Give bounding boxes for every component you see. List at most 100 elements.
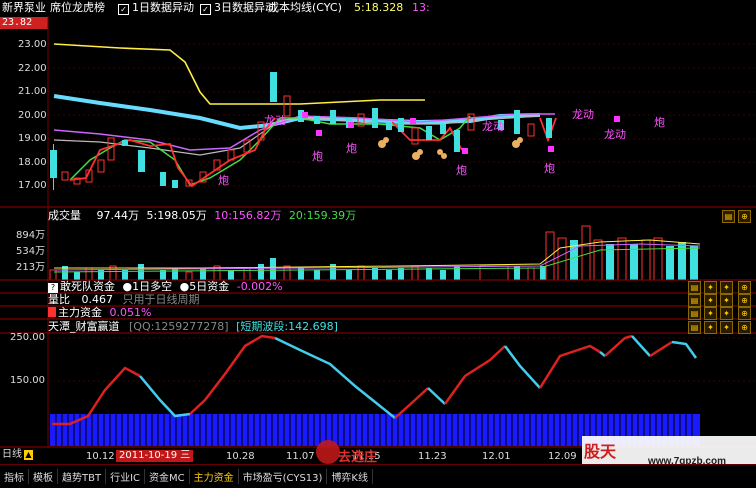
date-label: 10.28 xyxy=(226,451,255,462)
volume-value: 97.44万 xyxy=(96,209,140,222)
zoom-icon[interactable]: ⊕ xyxy=(738,210,751,223)
capital-label3: 5日资金 xyxy=(189,280,230,293)
period-text: 日线 xyxy=(2,449,22,460)
volume-ma20: 20:159.39万 xyxy=(288,209,357,222)
osc-red-4 xyxy=(443,345,506,405)
pao-label: 炮 xyxy=(218,174,229,187)
osc-wave: [短期波段:142.698] xyxy=(236,320,338,333)
help-icon[interactable]: ? xyxy=(48,283,58,293)
blobs xyxy=(378,137,523,160)
settings-icon[interactable]: ▤ xyxy=(688,281,701,294)
osc-red-6 xyxy=(604,334,633,357)
zoom-icon[interactable]: ⊕ xyxy=(738,294,751,307)
pao-label: 炮 xyxy=(312,150,323,163)
osc-cyan-5 xyxy=(599,351,606,357)
date-label: 11.23 xyxy=(418,451,447,462)
zoom-icon[interactable]: ⊕ xyxy=(738,321,751,334)
capital-label1: 敢死队资金 xyxy=(60,280,115,293)
candles xyxy=(50,72,552,190)
settings-icon[interactable]: ▤ xyxy=(688,321,701,334)
zoom-icon[interactable]: ⊕ xyxy=(738,307,751,320)
date-label: 12.09 xyxy=(548,451,577,462)
volume-bars xyxy=(49,225,698,281)
bottom-tab-bar: 指标 模板 趋势TBT 行业IC 资金MC 主力资金 市场盈亏(CYS13) 博… xyxy=(0,464,756,488)
settings-icon[interactable]: ▤ xyxy=(688,307,701,320)
pao-label: 炮 xyxy=(654,116,665,129)
zoom-icon[interactable]: ⊕ xyxy=(738,281,751,294)
tool-icon[interactable]: ✦ xyxy=(704,321,717,334)
date-selected: 2011-10-19 三 xyxy=(116,450,194,462)
osc-title: 天潭_财富赢道 xyxy=(48,320,120,333)
tab-game-k[interactable]: 博弈K线 xyxy=(327,469,373,484)
volratio-note: 只用于日线周期 xyxy=(122,293,200,306)
longdong-label: 龙动 xyxy=(264,114,286,127)
volratio-panel: 量比 0.467 只用于日线周期 xyxy=(48,293,200,307)
osc-cyan-2 xyxy=(274,336,396,419)
tab-capital[interactable]: 资金MC xyxy=(145,469,190,484)
settings-icon[interactable]: ▤ xyxy=(722,210,735,223)
vol-axis-label: 213万 xyxy=(16,262,46,273)
vol-axis-label: 894万 xyxy=(16,230,46,241)
main-capital-value: 0.051% xyxy=(109,306,152,319)
tool-icon[interactable]: ✦ xyxy=(720,294,733,307)
watermark-logo: 去选庄 xyxy=(338,450,378,465)
settings-icon[interactable]: ▤ xyxy=(688,294,701,307)
osc-axis-label: 150.00 xyxy=(10,375,45,386)
pao-label: 炮 xyxy=(456,164,467,177)
date-label: 10.12 xyxy=(86,451,115,462)
osc-header: 天潭_财富赢道 [QQ:1259277278] [短期波段:142.698] xyxy=(48,320,338,334)
tool-icon[interactable]: ✦ xyxy=(704,281,717,294)
osc-cyan-6 xyxy=(631,335,651,357)
volume-ma5: 5:198.05万 xyxy=(146,209,207,222)
tool-icon[interactable]: ✦ xyxy=(704,294,717,307)
pao-label: 炮 xyxy=(544,162,555,175)
vol-ma-yellow xyxy=(54,239,701,269)
volratio-value: 0.467 xyxy=(81,293,114,306)
warning-icon: ▲ xyxy=(24,450,33,460)
tool-icon[interactable]: ✦ xyxy=(704,307,717,320)
tab-main-capital[interactable]: 主力资金 xyxy=(190,469,239,484)
watermark-brand: 股天 xyxy=(584,442,617,461)
osc-cyan-3 xyxy=(427,387,446,405)
tab-trend[interactable]: 趋势TBT xyxy=(58,469,107,484)
capital-value: -0.002% xyxy=(236,280,283,293)
capital-label2: 1日多空 xyxy=(132,280,173,293)
ma-cyan-thick xyxy=(53,94,541,131)
volume-ma10: 10:156.82万 xyxy=(214,209,282,222)
osc-qq: [QQ:1259277278] xyxy=(129,320,229,333)
tab-template[interactable]: 模板 xyxy=(29,469,58,484)
pao-label: 炮 xyxy=(346,142,357,155)
volume-header: 成交量 97.44万 5:198.05万 10:156.82万 20:159.3… xyxy=(48,209,356,223)
period-label[interactable]: 日线 ▲ xyxy=(2,449,33,461)
main-capital-icon xyxy=(48,307,56,317)
capital-panel: ? 敢死队资金 ●1日多空 ●5日资金 -0.002% xyxy=(48,280,283,294)
osc-axis-label: 250.00 xyxy=(10,332,45,343)
osc-cyan-1 xyxy=(139,375,191,418)
vol-axis-label: 534万 xyxy=(16,246,46,257)
tab-market-pnl[interactable]: 市场盈亏(CYS13) xyxy=(239,469,328,484)
longdong-label: 龙动 xyxy=(572,108,594,121)
longdong-label: 龙动 xyxy=(604,128,626,141)
volume-title: 成交量 xyxy=(48,209,81,222)
tab-industry[interactable]: 行业IC xyxy=(106,469,146,484)
osc-red-3 xyxy=(394,387,429,419)
date-label: 11.07 xyxy=(286,451,315,462)
dot-icon: ● xyxy=(122,280,133,293)
main-capital-label: 主力资金 xyxy=(58,306,102,319)
cyc-yellow-line xyxy=(53,43,425,105)
osc-cyan-4 xyxy=(504,345,541,389)
osc-red-7 xyxy=(649,340,673,358)
osc-red-5 xyxy=(538,344,601,389)
osc-cyan-7 xyxy=(671,340,698,359)
date-label: 12.01 xyxy=(482,451,511,462)
tool-icon[interactable]: ✦ xyxy=(720,307,733,320)
longdong-label: 龙动 xyxy=(482,120,504,133)
tool-icon[interactable]: ✦ xyxy=(720,281,733,294)
main-chart xyxy=(0,16,756,464)
tool-icon[interactable]: ✦ xyxy=(720,321,733,334)
volratio-label: 量比 xyxy=(48,293,70,306)
tab-indicator[interactable]: 指标 xyxy=(0,469,29,484)
main-capital-panel: 主力资金 0.051% xyxy=(48,306,151,320)
grid xyxy=(48,43,756,187)
osc-red-2 xyxy=(189,334,276,415)
